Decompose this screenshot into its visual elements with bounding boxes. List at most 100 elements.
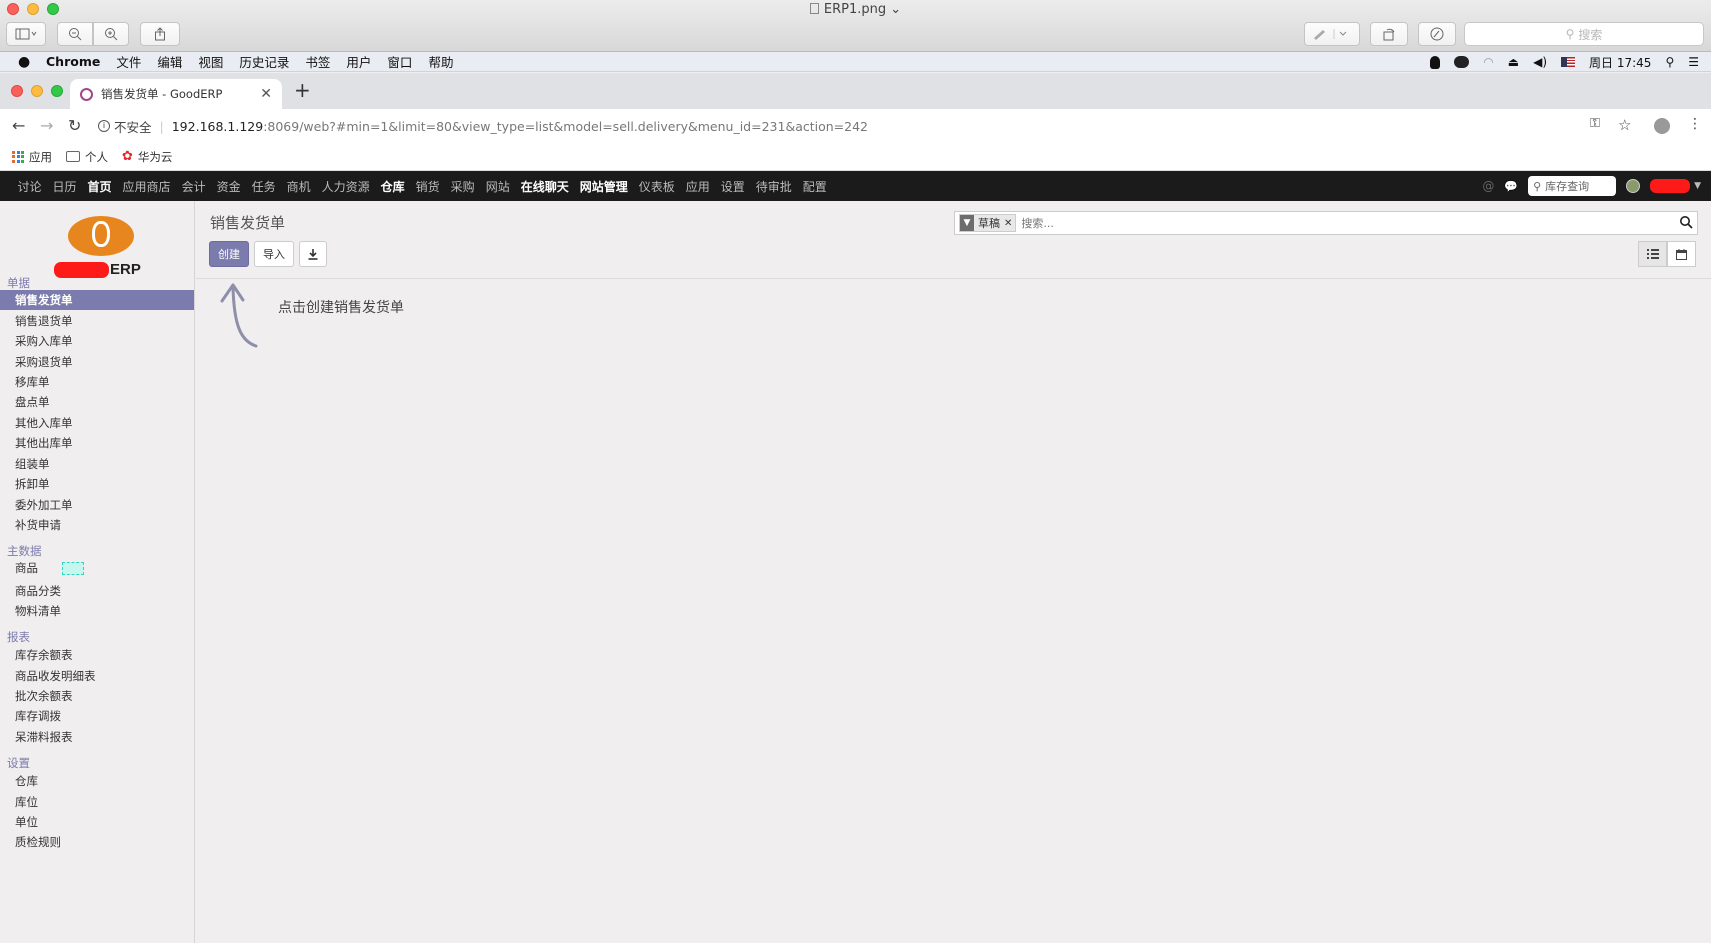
sidebar-item-replenishment[interactable]: 补货申请 — [0, 515, 194, 535]
nav-home[interactable]: 首页 — [82, 178, 117, 195]
sidebar-item-unit[interactable]: 单位 — [0, 812, 194, 832]
sidebar-item-sell-delivery[interactable]: 销售发货单 — [0, 290, 194, 310]
sidebar-item-sell-return[interactable]: 销售退货单 — [0, 311, 194, 331]
menu-help[interactable]: 帮助 — [428, 52, 453, 71]
nav-sales[interactable]: 销货 — [410, 178, 445, 195]
nav-website[interactable]: 网站 — [480, 178, 515, 195]
preview-search-input[interactable]: ⚲ 搜索 — [1464, 22, 1704, 46]
volume-icon[interactable]: ◀) — [1533, 55, 1547, 69]
nav-purchase[interactable]: 采购 — [445, 178, 480, 195]
sidebar-item-goods-category[interactable]: 商品分类 — [0, 581, 194, 601]
url-field[interactable]: i 不安全 | 192.168.1.129:8069/web?#min=1&li… — [98, 114, 1582, 138]
nav-pending-approval[interactable]: 待审批 — [750, 178, 797, 195]
user-avatar[interactable] — [1626, 179, 1641, 193]
sidebar-item-location[interactable]: 库位 — [0, 792, 194, 812]
info-icon[interactable]: i — [98, 120, 110, 132]
bookmark-apps[interactable]: 应用 — [12, 149, 52, 165]
menu-app-name[interactable]: Chrome — [46, 54, 100, 69]
nav-accounting[interactable]: 会计 — [176, 178, 211, 195]
stock-search-input[interactable]: ⚲ 库存查询 — [1528, 176, 1617, 196]
download-button[interactable] — [299, 241, 327, 267]
nav-hr[interactable]: 人力资源 — [316, 178, 375, 195]
flag-icon[interactable] — [1561, 57, 1576, 67]
nav-tasks[interactable]: 任务 — [246, 178, 281, 195]
company-logo[interactable]: ERP — [52, 216, 152, 281]
sidebar-toggle-button[interactable] — [6, 22, 46, 46]
chrome-minimize-button[interactable] — [31, 85, 43, 97]
menu-view[interactable]: 视图 — [198, 52, 223, 71]
bookmark-huawei-cloud[interactable]: ✿ 华为云 — [122, 149, 172, 165]
chat-icon[interactable]: 💬 — [1504, 180, 1518, 193]
tab-sell-delivery[interactable]: 销售发货单 - GoodERP ✕ — [70, 79, 282, 109]
sidebar-item-stock-transfer[interactable]: 库存调拨 — [0, 706, 194, 726]
sidebar-item-other-out[interactable]: 其他出库单 — [0, 433, 194, 453]
sidebar-item-purchase-receipt[interactable]: 采购入库单 — [0, 331, 194, 351]
star-icon[interactable]: ☆ — [1618, 116, 1631, 134]
list-view-button[interactable] — [1638, 241, 1667, 267]
nav-opportunities[interactable]: 商机 — [281, 178, 316, 195]
nav-calendar[interactable]: 日历 — [47, 178, 82, 195]
nav-funds[interactable]: 资金 — [211, 178, 246, 195]
sidebar-item-qc-rules[interactable]: 质检规则 — [0, 832, 194, 852]
eject-icon[interactable]: ⏏ — [1508, 55, 1519, 69]
key-icon[interactable]: ⚿ — [1590, 116, 1600, 131]
calendar-view-button[interactable] — [1667, 241, 1696, 267]
sidebar-item-disassembly[interactable]: 拆卸单 — [0, 474, 194, 494]
user-name-redacted[interactable] — [1650, 179, 1691, 193]
menu-people[interactable]: 用户 — [346, 52, 371, 71]
apple-icon[interactable]: ● — [18, 54, 32, 70]
at-icon[interactable]: @ — [1482, 179, 1494, 193]
nav-live-chat[interactable]: 在线聊天 — [515, 178, 574, 195]
menu-bookmarks[interactable]: 书签 — [305, 52, 330, 71]
search-input[interactable] — [1021, 216, 1662, 230]
chrome-close-button[interactable] — [11, 85, 23, 97]
spotlight-icon[interactable]: ⚲ — [1665, 55, 1674, 69]
menu-window[interactable]: 窗口 — [387, 52, 412, 71]
nav-warehouse[interactable]: 仓库 — [375, 178, 410, 195]
caret-down-icon[interactable]: ▼ — [1694, 181, 1701, 191]
nav-discuss[interactable]: 讨论 — [12, 178, 47, 195]
nav-dashboard[interactable]: 仪表板 — [633, 178, 680, 195]
wechat-icon[interactable] — [1454, 56, 1470, 68]
menu-history[interactable]: 历史记录 — [239, 52, 289, 71]
sidebar-item-bom[interactable]: 物料清单 — [0, 601, 194, 621]
import-button[interactable]: 导入 — [254, 241, 294, 267]
sidebar-item-warehouse[interactable]: 仓库 — [0, 771, 194, 791]
sidebar-item-goods-movement[interactable]: 商品收发明细表 — [0, 666, 194, 686]
menu-file[interactable]: 文件 — [116, 52, 141, 71]
qq-icon[interactable] — [1430, 55, 1441, 69]
menu-clock[interactable]: 周日 17:45 — [1589, 54, 1651, 71]
markup-button[interactable] — [1304, 22, 1360, 46]
search-icon[interactable] — [1679, 215, 1693, 229]
sidebar-item-inventory-count[interactable]: 盘点单 — [0, 392, 194, 412]
sidebar-item-slow-moving[interactable]: 呆滞料报表 — [0, 727, 194, 747]
bookmark-personal[interactable]: 个人 — [66, 149, 108, 165]
remove-facet-icon[interactable]: ✕ — [1004, 218, 1015, 229]
sidebar-item-other-in[interactable]: 其他入库单 — [0, 413, 194, 433]
forward-arrow-icon[interactable]: → — [40, 116, 53, 135]
filter-facet[interactable]: ▼ 草稿 ✕ — [959, 214, 1017, 232]
sidebar-item-lot-balance[interactable]: 批次余额表 — [0, 686, 194, 706]
reload-icon[interactable]: ↻ — [68, 116, 81, 135]
profile-avatar-icon[interactable] — [1654, 118, 1670, 134]
tab-close-icon[interactable]: ✕ — [260, 86, 272, 102]
create-button[interactable]: 创建 — [209, 241, 249, 267]
menu-edit[interactable]: 编辑 — [157, 52, 182, 71]
nav-website-admin[interactable]: 网站管理 — [574, 178, 633, 195]
nav-apps[interactable]: 应用 — [680, 178, 715, 195]
nav-config[interactable]: 配置 — [797, 178, 832, 195]
sidebar-item-transfer[interactable]: 移库单 — [0, 372, 194, 392]
wifi-icon[interactable]: ◠ — [1483, 55, 1493, 69]
sidebar-item-outsourcing[interactable]: 委外加工单 — [0, 495, 194, 515]
zoom-in-button[interactable] — [93, 22, 129, 46]
chrome-menu-icon[interactable]: ⋮ — [1688, 116, 1702, 132]
chrome-zoom-button[interactable] — [51, 85, 63, 97]
chevron-down-icon[interactable]: ⌄ — [890, 2, 901, 17]
sidebar-item-stock-balance[interactable]: 库存余额表 — [0, 645, 194, 665]
rotate-button[interactable] — [1370, 22, 1408, 46]
new-tab-button[interactable]: + — [294, 78, 311, 102]
sidebar-item-goods[interactable]: 商品 — [0, 558, 194, 578]
notification-center-icon[interactable]: ☰ — [1688, 55, 1699, 69]
annotate-button[interactable] — [1418, 22, 1456, 46]
back-arrow-icon[interactable]: ← — [12, 116, 25, 135]
